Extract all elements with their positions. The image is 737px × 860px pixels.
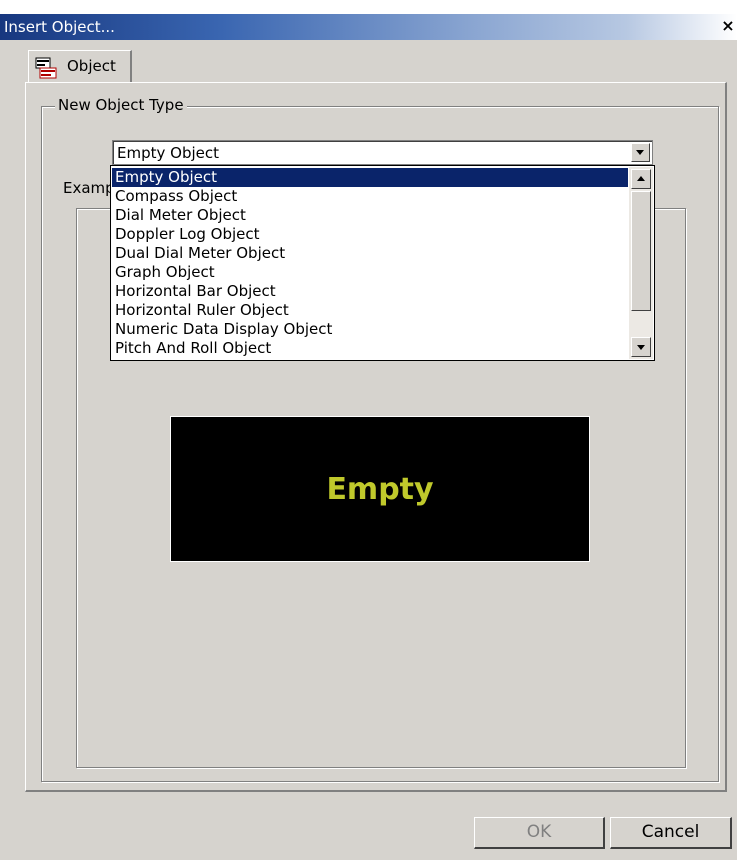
object-type-combobox[interactable]: Empty Object: [112, 140, 653, 165]
dropdown-scrollbar[interactable]: [629, 167, 653, 359]
list-item[interactable]: Horizontal Bar Object: [112, 282, 628, 301]
scroll-up-button[interactable]: [631, 169, 651, 189]
preview-text: Empty: [326, 472, 434, 507]
new-object-type-label: New Object Type: [55, 96, 187, 114]
list-item[interactable]: Dual Dial Meter Object: [112, 244, 628, 263]
list-item[interactable]: Compass Object: [112, 187, 628, 206]
object-type-dropdown-list[interactable]: Empty Object Compass Object Dial Meter O…: [110, 165, 655, 361]
combobox-dropdown-button[interactable]: [631, 143, 650, 162]
list-item[interactable]: Empty Object: [112, 168, 628, 187]
tab-object-label: Object: [67, 57, 116, 75]
list-item[interactable]: Numeric Data Display Object: [112, 320, 628, 339]
cancel-button[interactable]: Cancel: [610, 817, 732, 849]
example-label: Examp: [63, 179, 115, 197]
title-bar[interactable]: Insert Object... ×: [0, 14, 737, 40]
tab-object[interactable]: Object: [28, 50, 132, 83]
dropdown-items: Empty Object Compass Object Dial Meter O…: [112, 168, 628, 358]
ok-button[interactable]: OK: [474, 817, 605, 849]
scroll-down-button[interactable]: [631, 337, 651, 357]
preview-panel: Empty: [170, 416, 590, 562]
scrollbar-thumb[interactable]: [631, 191, 651, 311]
screen-top-strip: [0, 0, 737, 14]
combobox-value: Empty Object: [117, 144, 219, 162]
list-item[interactable]: Doppler Log Object: [112, 225, 628, 244]
chevron-down-icon: [636, 150, 644, 155]
dialog-title: Insert Object...: [4, 18, 115, 36]
list-item[interactable]: Horizontal Ruler Object: [112, 301, 628, 320]
chevron-down-icon: [637, 345, 645, 350]
list-item[interactable]: Pitch And Roll Object: [112, 339, 628, 358]
list-item[interactable]: Graph Object: [112, 263, 628, 282]
list-item[interactable]: Dial Meter Object: [112, 206, 628, 225]
close-button[interactable]: ×: [719, 16, 737, 36]
chevron-up-icon: [637, 176, 645, 181]
object-tab-icon: [35, 57, 57, 79]
